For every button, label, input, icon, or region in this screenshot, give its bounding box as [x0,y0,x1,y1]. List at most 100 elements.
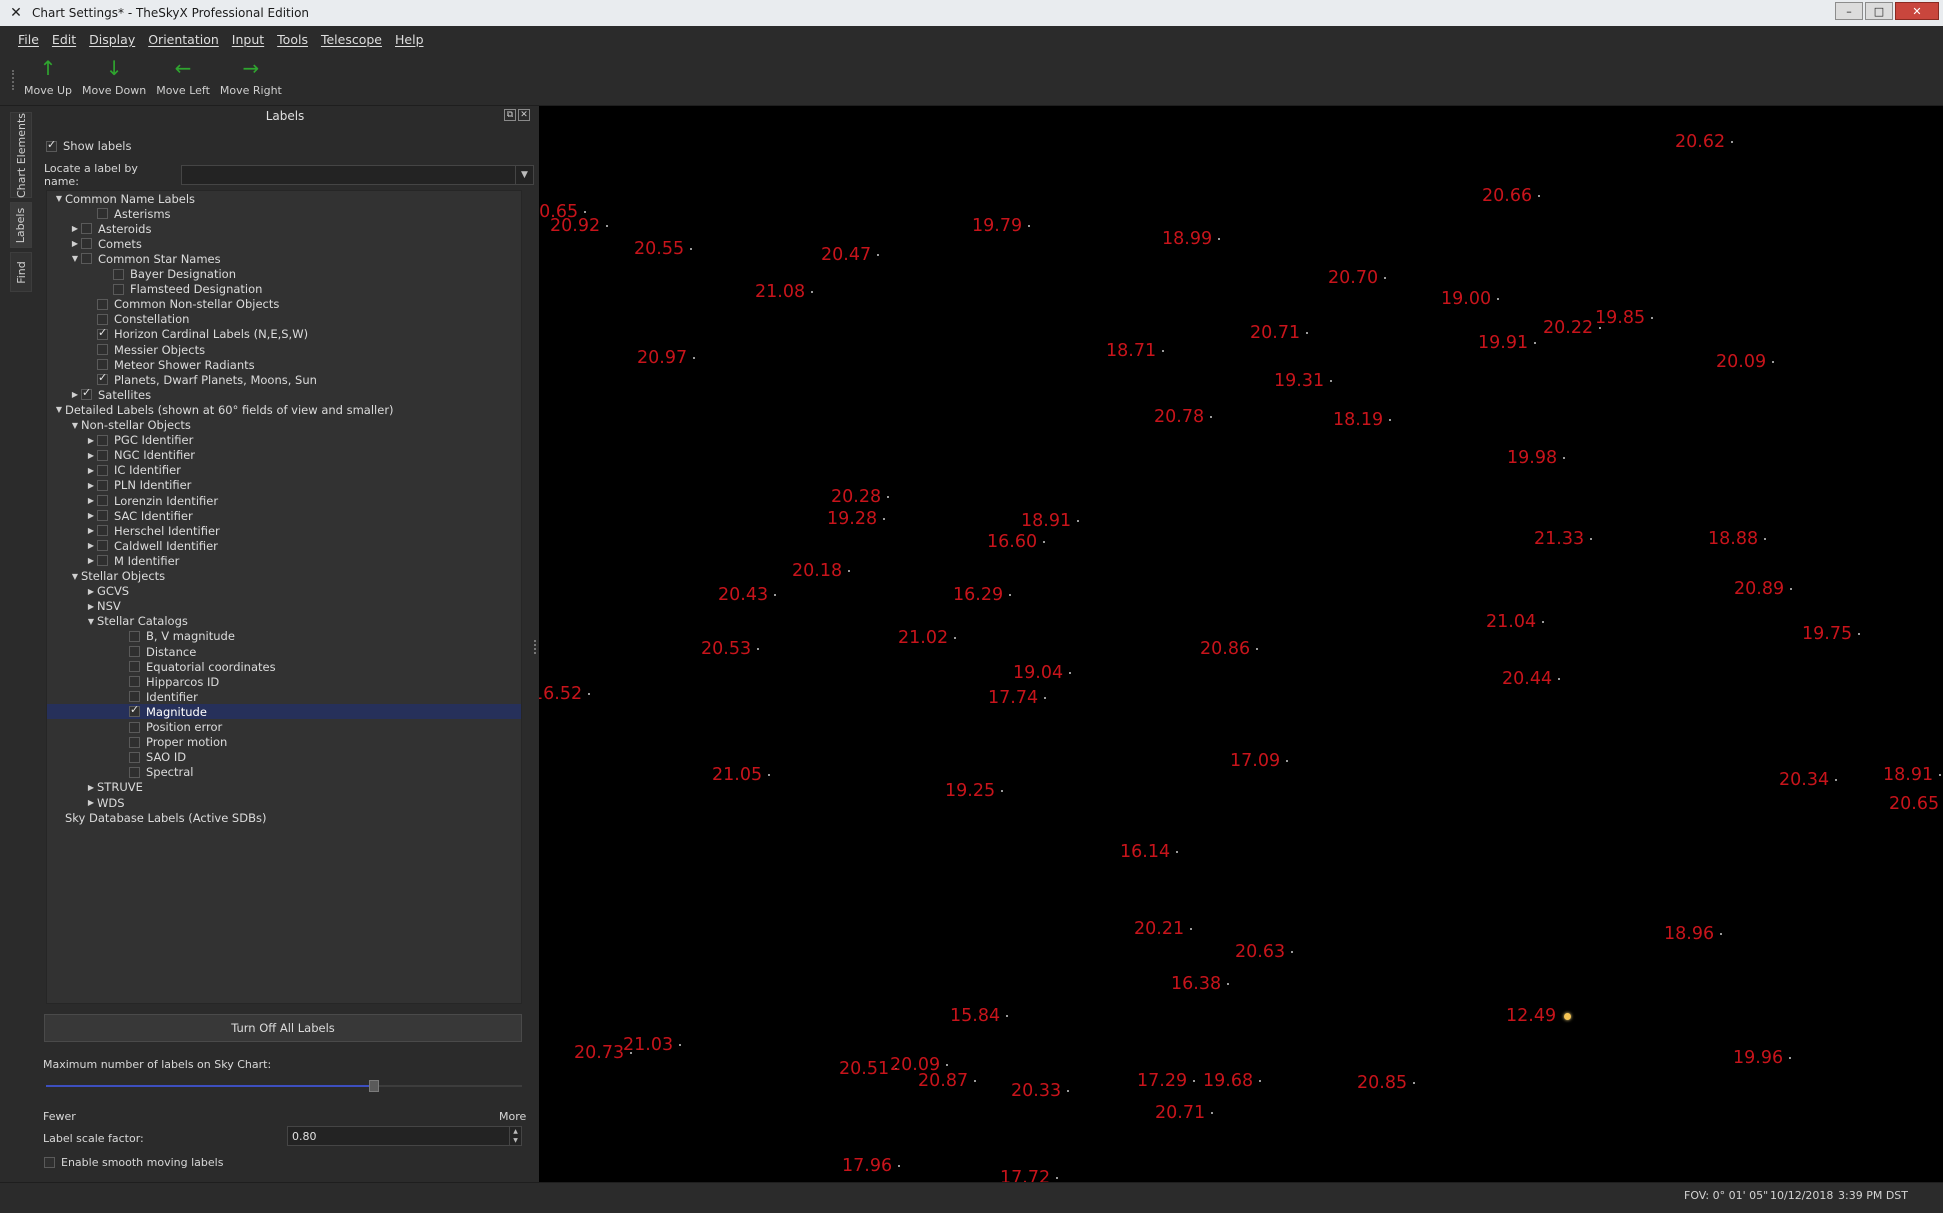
star-dot[interactable] [1384,277,1387,279]
label-scale-input[interactable]: 0.80 ▲ ▼ [287,1126,522,1146]
star-label[interactable]: 21.33 [1534,529,1593,549]
star-dot[interactable] [974,1080,977,1082]
star-label[interactable]: 18.91 [1021,511,1080,531]
tree-item-checkbox[interactable] [97,344,108,355]
star-dot[interactable] [690,248,693,250]
star-label[interactable]: 20.65 [1889,794,1943,814]
expand-open-icon[interactable]: ▼ [69,254,81,263]
tree-item[interactable]: ▶ IC Identifier [47,463,521,478]
tree-item[interactable]: ▶ Comets [47,236,521,251]
star-label[interactable]: 20.97 [637,348,696,368]
tree-item-checkbox[interactable] [97,510,108,522]
star-label[interactable]: 20.47 [821,245,880,265]
expand-closed-icon[interactable]: ▶ [85,587,97,596]
tab-labels[interactable]: Labels [10,202,32,248]
star-dot[interactable] [1176,851,1179,853]
tree-item-checkbox[interactable] [81,253,92,265]
star-label[interactable]: 21.02 [898,628,957,648]
star-label[interactable]: 20.53 [701,639,760,659]
tree-item[interactable]: ▶ Lorenzin Identifier [47,493,521,508]
tree-item[interactable]: Horizon Cardinal Labels (N,E,S,W) [47,326,521,342]
menu-edit[interactable]: Edit [52,32,76,47]
star-dot[interactable] [1227,983,1230,985]
tree-item[interactable]: ▼ Non-stellar Objects [47,418,521,433]
star-label[interactable]: 18.71 [1106,341,1165,361]
tree-item[interactable]: Flamsteed Designation [47,282,521,297]
toolbar-grip[interactable] [12,70,16,90]
expand-closed-icon[interactable]: ▶ [85,496,97,505]
star-dot[interactable] [1069,672,1072,674]
star-label[interactable]: 19.79 [972,216,1031,236]
star-label[interactable]: 20.28 [831,487,890,507]
star-label[interactable]: 17.09 [1230,751,1289,771]
tree-item-checkbox[interactable] [129,661,140,673]
tree-item[interactable]: ▶ Caldwell Identifier [47,538,521,553]
tab-chart-elements[interactable]: Chart Elements [10,112,32,198]
tree-item[interactable]: SAO ID [47,750,521,765]
move-right-button[interactable]: → Move Right [220,52,282,97]
expand-closed-icon[interactable]: ▶ [85,556,97,565]
star-dot[interactable] [1772,361,1775,363]
tree-item[interactable]: ▶ Asteroids [47,221,521,236]
star-dot[interactable] [1162,350,1165,352]
locate-label-combo[interactable]: ▼ [180,165,534,185]
star-dot[interactable] [1599,327,1602,329]
star-label[interactable]: 20.44 [1502,669,1561,689]
star-dot[interactable] [1651,317,1654,319]
star-label[interactable]: 19.98 [1507,448,1566,468]
tree-item[interactable]: ▶ Satellites [47,386,521,402]
tree-item-checkbox[interactable] [97,555,108,567]
star-dot[interactable] [946,1064,949,1066]
tree-item[interactable]: ▶ SAC Identifier [47,508,521,523]
tree-item[interactable]: ▼ Stellar Objects [47,569,521,584]
star-label[interactable]: 20.92 [550,216,609,236]
float-panel-icon[interactable]: ⧉ [504,109,516,121]
tree-item[interactable]: Spectral [47,765,521,780]
star-label[interactable]: 18.19 [1333,410,1392,430]
star-dot[interactable] [1193,1080,1196,1082]
star-label[interactable]: 17.74 [988,688,1047,708]
tree-item-checkbox[interactable] [113,283,124,295]
tree-item[interactable]: ▼ Detailed Labels (shown at 60° fields of… [47,402,521,417]
tree-item[interactable]: Hipparcos ID [47,674,521,689]
star-dot[interactable] [1558,678,1561,680]
star-label[interactable]: 20.51 [839,1059,898,1079]
star-label[interactable]: 18.91 [1883,765,1942,785]
star-dot[interactable] [1764,538,1767,540]
tree-item[interactable]: B, V magnitude [47,629,521,644]
tree-item-checkbox[interactable] [81,223,92,235]
expand-open-icon[interactable]: ▼ [85,617,97,626]
tree-item[interactable]: Proper motion [47,735,521,750]
star-dot[interactable] [1211,1112,1214,1114]
tree-item[interactable]: ▶ NGC Identifier [47,448,521,463]
star-label[interactable]: 19.28 [827,509,886,529]
star-label[interactable]: 19.68 [1203,1071,1262,1091]
star-dot[interactable] [1563,457,1566,459]
tree-item[interactable]: Constellation [47,312,521,327]
close-panel-icon[interactable]: ✕ [518,109,530,121]
star-label[interactable]: 20.22 [1543,318,1602,338]
star-dot[interactable] [1190,928,1193,930]
star-dot[interactable] [1858,633,1861,635]
star-label[interactable]: 17.72 [1000,1168,1059,1182]
tree-item-checkbox[interactable] [129,676,140,688]
tree-item[interactable]: ▶ NSV [47,599,521,614]
star-label[interactable]: 19.96 [1733,1048,1792,1068]
star-dot[interactable] [768,774,771,776]
tree-item-checkbox[interactable] [129,721,140,733]
star-label[interactable]: 20.71 [1250,323,1309,343]
expand-closed-icon[interactable]: ▶ [85,541,97,550]
star-label[interactable]: 16.29 [953,585,1012,605]
tree-item-checkbox[interactable] [97,326,108,340]
star-dot[interactable] [757,648,760,650]
tree-item[interactable]: ▶ PGC Identifier [47,433,521,448]
star-dot[interactable] [1590,538,1593,540]
star-dot[interactable] [1497,298,1500,300]
star-dot[interactable] [1939,774,1942,776]
maximize-button[interactable]: □ [1865,2,1893,20]
tree-item[interactable]: Sky Database Labels (Active SDBs) [47,810,521,825]
slider-handle[interactable] [369,1080,380,1092]
star-dot[interactable] [1542,621,1545,623]
show-labels-checkbox[interactable] [46,138,57,152]
tree-item[interactable]: Asterisms [47,206,521,221]
